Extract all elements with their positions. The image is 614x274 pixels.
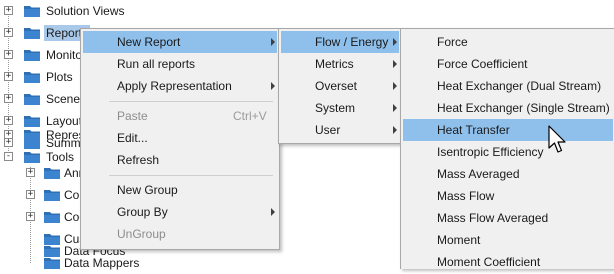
menu-item-label: System xyxy=(315,101,356,115)
tree-item-data-mappers[interactable]: Data Mappers xyxy=(0,252,200,274)
menu-item-label: Refresh xyxy=(117,153,160,167)
expand-toggle-icon[interactable]: + xyxy=(4,72,13,81)
menu-item-heat-transfer[interactable]: Heat Transfer xyxy=(403,119,613,141)
menu-item-label: Overset xyxy=(315,79,358,93)
menu-item-moment[interactable]: Moment xyxy=(403,229,613,251)
expand-toggle-icon[interactable]: + xyxy=(26,168,35,177)
folder-icon xyxy=(24,28,40,39)
menu-item-label: Metrics xyxy=(315,57,354,71)
menu-item-label: Apply Representation xyxy=(117,79,232,93)
chevron-right-icon xyxy=(393,38,397,46)
menu-item-label: Group By xyxy=(117,205,168,219)
folder-icon xyxy=(44,168,60,179)
menu-item-label: Run all reports xyxy=(117,57,196,71)
menu-item-system[interactable]: System xyxy=(281,97,399,119)
menu-item-metrics[interactable]: Metrics xyxy=(281,53,399,75)
expand-toggle-icon[interactable]: + xyxy=(4,6,13,15)
menu-item-edit[interactable]: Edit... xyxy=(83,127,277,149)
menu-item-heat-exchanger-single[interactable]: Heat Exchanger (Single Stream) xyxy=(403,97,613,119)
menu-item-heat-exchanger-dual[interactable]: Heat Exchanger (Dual Stream) xyxy=(403,75,613,97)
menu-item-mass-flow[interactable]: Mass Flow xyxy=(403,185,613,207)
menu-item-new-group[interactable]: New Group xyxy=(83,179,277,201)
chevron-right-icon xyxy=(271,208,275,216)
menu-separator xyxy=(109,175,273,176)
menu-item-overset[interactable]: Overset xyxy=(281,75,399,97)
folder-icon xyxy=(44,190,60,201)
menu-item-isentropic-efficiency[interactable]: Isentropic Efficiency xyxy=(403,141,613,163)
menu-item-label: Moment Coefficient xyxy=(437,255,541,269)
menu-item-paste: Paste Ctrl+V xyxy=(83,105,277,127)
chevron-right-icon xyxy=(393,104,397,112)
menu-item-label: New Report xyxy=(117,35,181,49)
menu-item-run-all-reports[interactable]: Run all reports xyxy=(83,53,277,75)
menu-item-label: User xyxy=(315,123,341,137)
context-menu: New Report Run all reports Apply Represe… xyxy=(80,28,280,250)
menu-item-flow-energy[interactable]: Flow / Energy xyxy=(281,31,399,53)
report-type-submenu: Force Force Coefficient Heat Exchanger (… xyxy=(400,28,614,269)
tree-item-label: Solution Views xyxy=(46,4,125,18)
menu-item-new-report[interactable]: New Report xyxy=(83,31,277,53)
chevron-right-icon xyxy=(393,82,397,90)
menu-item-moment-coefficient[interactable]: Moment Coefficient xyxy=(403,251,613,273)
folder-icon xyxy=(24,6,40,17)
tree-item-label: Plots xyxy=(46,70,73,84)
menu-item-label: Heat Exchanger (Dual Stream) xyxy=(437,79,602,93)
menu-item-label: Heat Transfer xyxy=(437,123,510,137)
menu-item-label: Heat Exchanger (Single Stream) xyxy=(437,101,610,115)
menu-item-refresh[interactable]: Refresh xyxy=(83,149,277,171)
report-category-submenu: Flow / Energy Metrics Overset System Use… xyxy=(278,28,402,144)
menu-item-label: Flow / Energy xyxy=(315,35,389,49)
menu-separator xyxy=(109,101,273,102)
folder-icon xyxy=(44,212,60,223)
menu-item-label: Force xyxy=(437,35,468,49)
collapse-toggle-icon[interactable]: - xyxy=(4,152,13,161)
menu-item-label: Mass Flow xyxy=(437,189,495,203)
menu-item-force-coefficient[interactable]: Force Coefficient xyxy=(403,53,613,75)
tree-item-solution-views[interactable]: + Solution Views xyxy=(0,0,200,22)
menu-item-mass-flow-averaged[interactable]: Mass Flow Averaged xyxy=(403,207,613,229)
menu-item-label: Moment xyxy=(437,233,481,247)
chevron-right-icon xyxy=(393,126,397,134)
folder-icon xyxy=(24,72,40,83)
menu-item-label: Edit... xyxy=(117,131,148,145)
mouse-pointer-icon xyxy=(548,125,566,153)
chevron-right-icon xyxy=(271,82,275,90)
menu-item-label: Force Coefficient xyxy=(437,57,528,71)
expand-toggle-icon[interactable]: + xyxy=(4,130,13,139)
menu-item-label: UnGroup xyxy=(117,227,166,241)
menu-item-apply-representation[interactable]: Apply Representation xyxy=(83,75,277,97)
expand-toggle-icon[interactable]: + xyxy=(4,28,13,37)
chevron-right-icon xyxy=(393,60,397,68)
menu-item-label: Paste xyxy=(117,109,148,123)
menu-item-force[interactable]: Force xyxy=(403,31,613,53)
menu-item-group-by[interactable]: Group By xyxy=(83,201,277,223)
menu-item-mass-averaged[interactable]: Mass Averaged xyxy=(403,163,613,185)
menu-item-ungroup: UnGroup xyxy=(83,223,277,245)
folder-icon xyxy=(24,130,40,141)
menu-item-label: New Group xyxy=(117,183,178,197)
folder-icon xyxy=(24,94,40,105)
folder-icon xyxy=(44,258,60,269)
expand-toggle-icon[interactable]: + xyxy=(4,50,13,59)
expand-toggle-icon[interactable]: + xyxy=(26,190,35,199)
expand-toggle-icon[interactable]: + xyxy=(26,212,35,221)
menu-item-user[interactable]: User xyxy=(281,119,399,141)
menu-item-label: Mass Flow Averaged xyxy=(437,211,549,225)
shortcut-label: Ctrl+V xyxy=(233,109,267,123)
menu-item-label: Mass Averaged xyxy=(437,167,520,181)
folder-icon xyxy=(24,50,40,61)
expand-toggle-icon[interactable]: + xyxy=(4,94,13,103)
chevron-right-icon xyxy=(271,38,275,46)
menu-item-label: Isentropic Efficiency xyxy=(437,145,544,159)
